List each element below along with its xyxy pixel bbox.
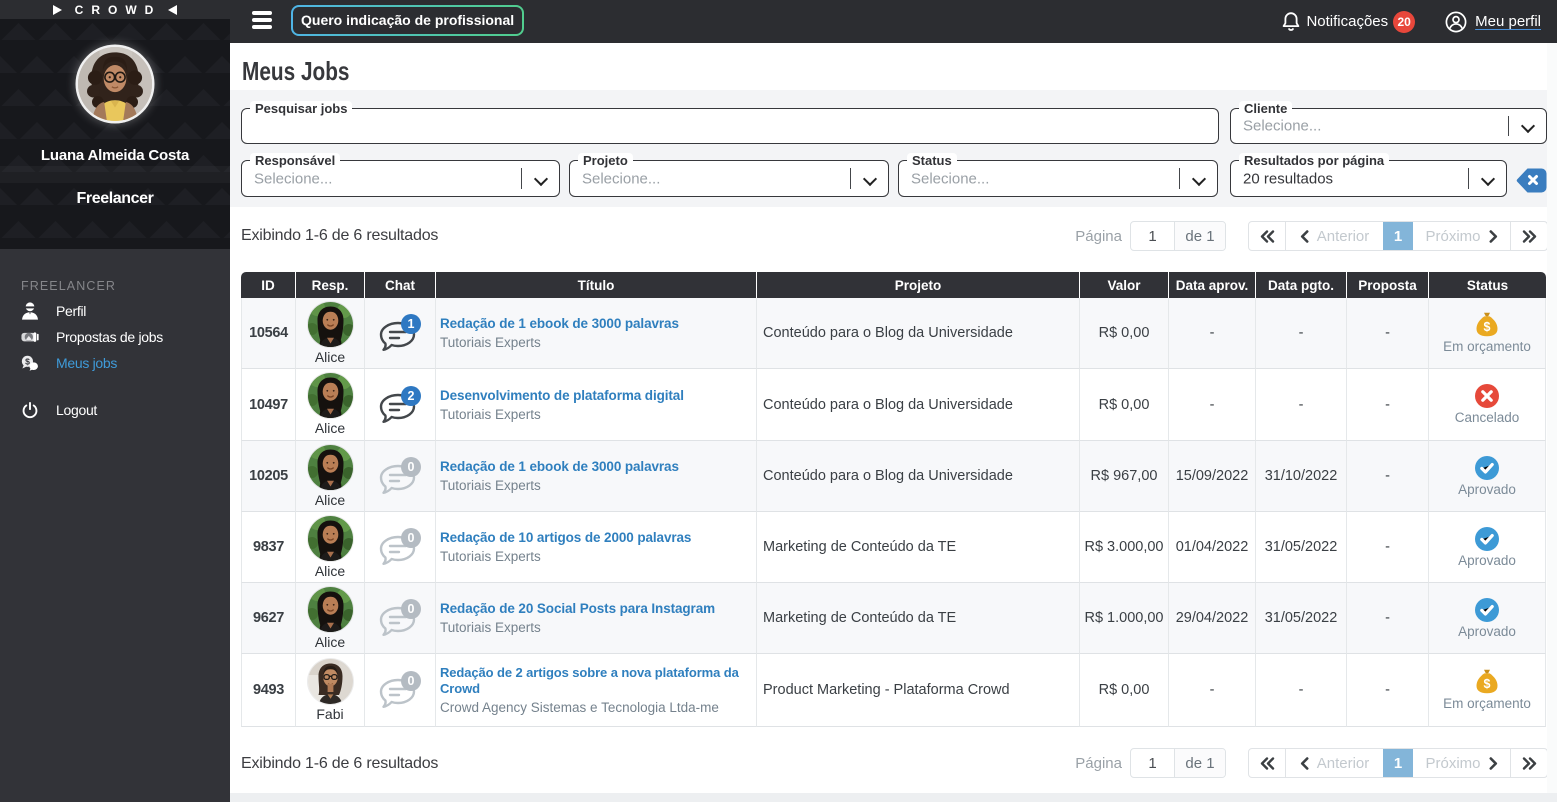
svg-text:$: $ (25, 356, 30, 366)
